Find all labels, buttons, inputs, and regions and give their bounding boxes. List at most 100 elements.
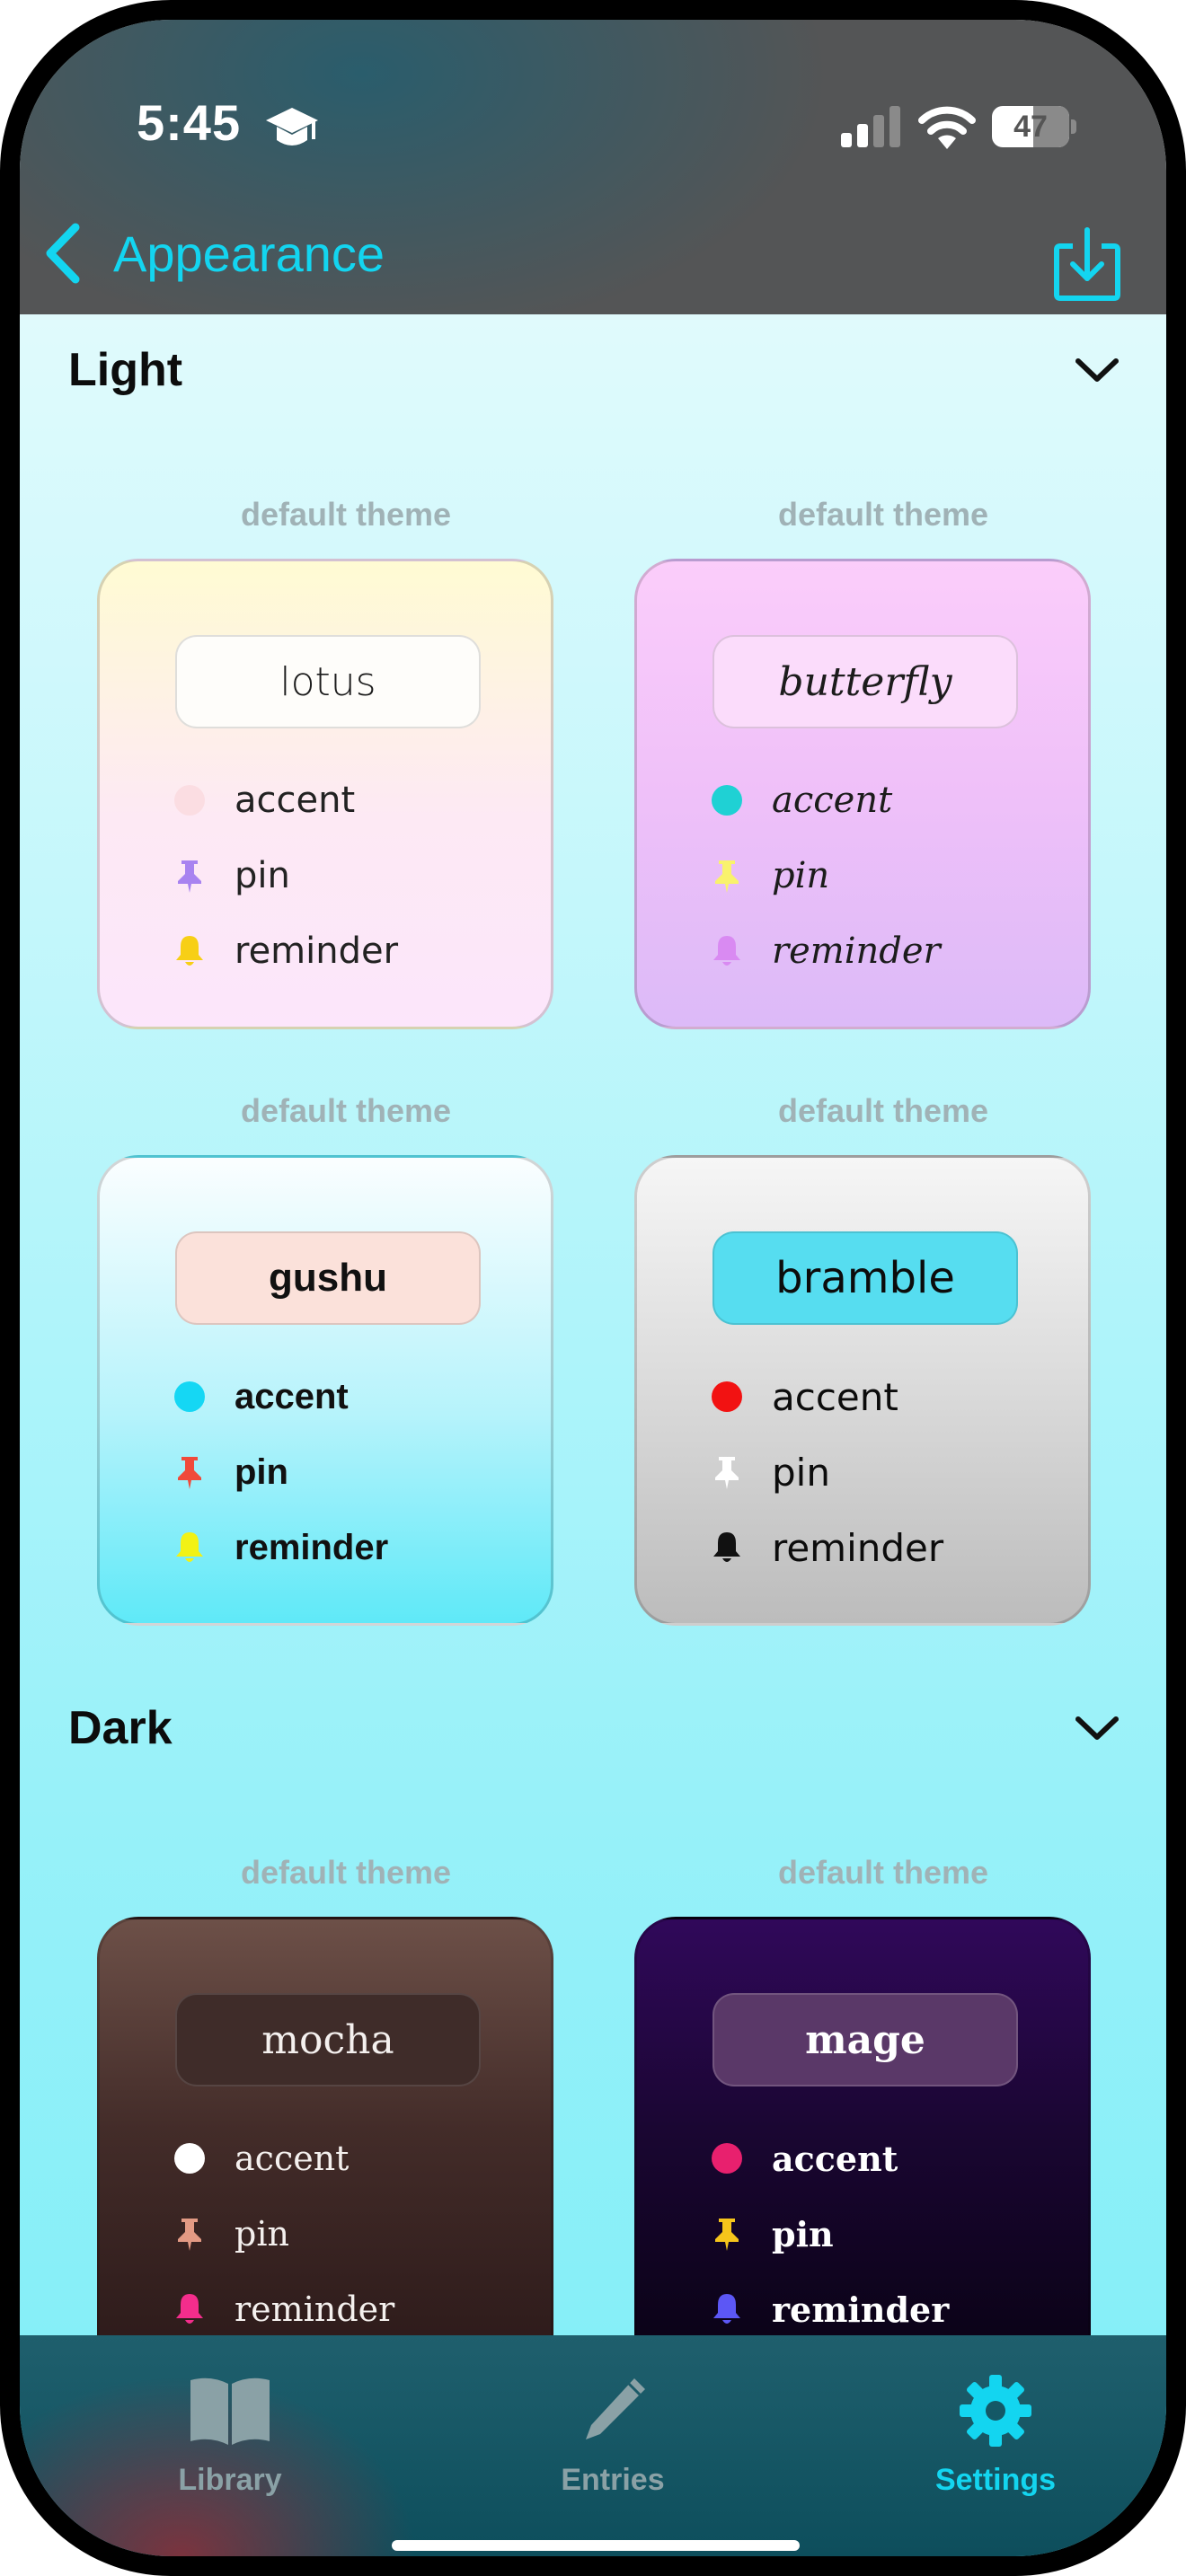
section-header-dark[interactable]: Dark	[68, 1692, 1120, 1764]
card-caption: default theme	[240, 496, 452, 533]
accent-row: accent	[709, 1370, 898, 1424]
export-button[interactable]	[1051, 226, 1123, 304]
card-caption: default theme	[240, 1092, 452, 1129]
accent-label: accent	[235, 2139, 350, 2178]
theme-card-butterfly[interactable]: butterfly accent pin reminder	[634, 559, 1091, 1029]
reminder-label: reminder	[772, 1525, 944, 1570]
bell-icon	[176, 1532, 203, 1562]
accent-dot-icon	[712, 2143, 742, 2174]
card-caption: default theme	[777, 1854, 989, 1891]
pin-icon	[715, 2219, 739, 2251]
pin-row: pin	[172, 849, 290, 903]
tab-bar: Library Entries Settings	[20, 2335, 1166, 2556]
tab-label: Entries	[561, 2463, 665, 2497]
tab-label: Settings	[934, 2463, 1057, 2497]
chevron-down-icon	[1075, 358, 1119, 382]
pin-label: pin	[235, 2214, 289, 2254]
pin-row: pin	[709, 1445, 830, 1499]
reminder-row: reminder	[172, 924, 398, 978]
pin-label: pin	[772, 1450, 830, 1495]
section-title: Dark	[68, 1702, 173, 1754]
chevron-down-icon	[1075, 1716, 1119, 1740]
bell-icon	[713, 2294, 740, 2324]
navigation-header: 5:45 47 Appearance	[20, 20, 1166, 314]
pin-icon	[715, 860, 739, 893]
graduation-cap-icon	[266, 108, 318, 146]
back-button[interactable]: Appearance	[41, 217, 385, 289]
tab-entries[interactable]: Entries	[496, 2373, 730, 2517]
reminder-label: reminder	[772, 931, 941, 972]
page-title: Appearance	[113, 225, 385, 282]
pin-row: pin	[709, 849, 829, 903]
device-frame: 5:45 47 Appearance Light default theme l…	[0, 0, 1186, 2576]
accent-row: accent	[709, 2131, 898, 2185]
pin-row: pin	[172, 2207, 289, 2261]
pin-row: pin	[709, 2207, 834, 2261]
reminder-row: reminder	[709, 924, 941, 978]
reminder-label: reminder	[235, 931, 399, 972]
screen: 5:45 47 Appearance Light default theme l…	[20, 20, 1166, 2556]
accent-row: accent	[172, 1370, 349, 1424]
theme-name: butterfly	[712, 635, 1018, 728]
theme-name: lotus	[175, 635, 481, 728]
pin-icon	[178, 2219, 201, 2251]
card-caption: default theme	[777, 1092, 989, 1129]
accent-label: accent	[235, 1376, 349, 1416]
theme-card-gushu[interactable]: gushu accent pin reminder	[97, 1155, 553, 1626]
accent-label: accent	[235, 780, 356, 821]
card-caption: default theme	[240, 1854, 452, 1891]
accent-dot-icon	[174, 1381, 205, 1412]
theme-card-mocha[interactable]: mocha accent pin reminder	[97, 1917, 553, 2335]
pin-icon	[715, 1457, 739, 1489]
pin-label: pin	[235, 1451, 288, 1492]
accent-dot-icon	[174, 2143, 205, 2174]
pin-label: pin	[772, 2213, 834, 2254]
reminder-row: reminder	[172, 1521, 388, 1575]
status-bar: 5:45 47	[20, 20, 1166, 199]
pin-icon	[178, 860, 201, 893]
accent-dot-icon	[712, 1381, 742, 1412]
reminder-row: reminder	[709, 2282, 949, 2335]
chevron-left-icon	[46, 223, 80, 284]
battery-icon: 47	[992, 106, 1076, 147]
accent-row: accent	[709, 773, 892, 827]
accent-dot-icon	[174, 785, 205, 816]
pin-icon	[178, 1457, 201, 1489]
pin-label: pin	[235, 855, 290, 896]
home-indicator[interactable]	[392, 2540, 800, 2551]
tab-label: Library	[178, 2463, 282, 2497]
tab-library[interactable]: Library	[113, 2373, 347, 2517]
theme-name: mage	[712, 1993, 1018, 2086]
theme-card-mage[interactable]: mage accent pin reminder	[634, 1917, 1091, 2335]
download-tray-icon	[1054, 227, 1120, 301]
theme-name: gushu	[175, 1231, 481, 1325]
bell-icon	[176, 936, 203, 966]
bell-icon	[713, 936, 740, 966]
accent-row: accent	[172, 2131, 349, 2185]
reminder-row: reminder	[709, 1521, 943, 1575]
book-icon	[190, 2378, 270, 2445]
battery-level: 47	[1013, 110, 1048, 144]
pin-label: pin	[772, 855, 830, 896]
accent-label: accent	[772, 1374, 898, 1419]
pin-row: pin	[172, 1445, 288, 1499]
wifi-icon	[918, 106, 976, 149]
bell-icon	[176, 2294, 203, 2324]
section-header-light[interactable]: Light	[68, 334, 1120, 406]
theme-card-lotus[interactable]: lotus accent pin reminder	[97, 559, 553, 1029]
accent-row: accent	[172, 773, 355, 827]
tab-settings[interactable]: Settings	[879, 2373, 1112, 2517]
pencil-icon	[586, 2378, 645, 2439]
theme-name: mocha	[175, 1993, 481, 2086]
theme-card-bramble[interactable]: bramble accent pin reminder	[634, 1155, 1091, 1626]
bell-icon	[713, 1532, 740, 1562]
theme-name: bramble	[712, 1231, 1018, 1325]
card-caption: default theme	[777, 496, 989, 533]
reminder-label: reminder	[772, 2289, 950, 2330]
section-title: Light	[68, 344, 183, 396]
accent-label: accent	[772, 2138, 898, 2179]
reminder-row: reminder	[172, 2282, 394, 2335]
reminder-label: reminder	[235, 2289, 395, 2329]
accent-label: accent	[772, 780, 893, 821]
status-time: 5:45	[137, 94, 242, 151]
